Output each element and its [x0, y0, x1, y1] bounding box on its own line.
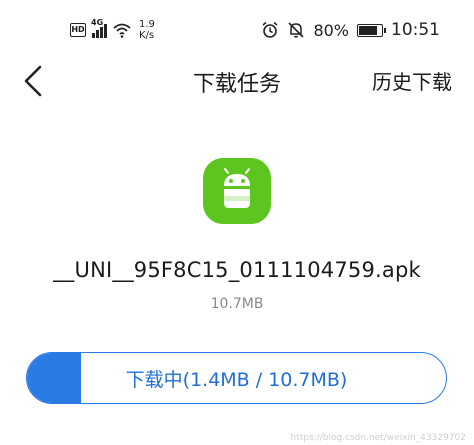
watermark: https://blog.csdn.net/weixin_43329702	[290, 433, 466, 443]
signal-icon: 4G	[91, 18, 107, 38]
wifi-icon	[113, 23, 131, 38]
clock: 10:51	[391, 20, 440, 40]
bell-off-icon	[288, 22, 305, 38]
hd-badge: HD	[70, 23, 86, 37]
history-download-button[interactable]: 历史下载	[372, 66, 452, 95]
android-robot-icon	[224, 168, 250, 208]
file-size: 10.7MB	[210, 296, 264, 312]
battery-percent: 80%	[313, 20, 349, 40]
speed-unit: K/s	[139, 30, 155, 41]
speed-value: 1.9	[139, 19, 155, 30]
status-bar-left: HD 4G 1.9 K/s	[70, 18, 155, 42]
file-name: __UNI__95F8C15_0111104759.apk	[53, 258, 421, 282]
status-bar-right: 80% 10:51	[261, 18, 440, 42]
alarm-icon	[262, 21, 278, 38]
network-speed: 1.9 K/s	[139, 19, 155, 41]
battery-fill	[359, 25, 377, 35]
download-status-label: 下载中(1.4MB / 10.7MB)	[125, 368, 348, 391]
download-progress-button[interactable]: 下载中(1.4MB / 10.7MB)	[26, 352, 447, 404]
download-task-screen: HD 4G 1.9 K/s 80% 10:51 下载任务 历史下载 __UNI_…	[0, 0, 474, 445]
battery-icon	[357, 23, 386, 37]
android-app-icon	[203, 158, 271, 224]
network-type: 4G	[91, 18, 104, 27]
status-bar: HD 4G 1.9 K/s 80% 10:51	[0, 0, 474, 58]
